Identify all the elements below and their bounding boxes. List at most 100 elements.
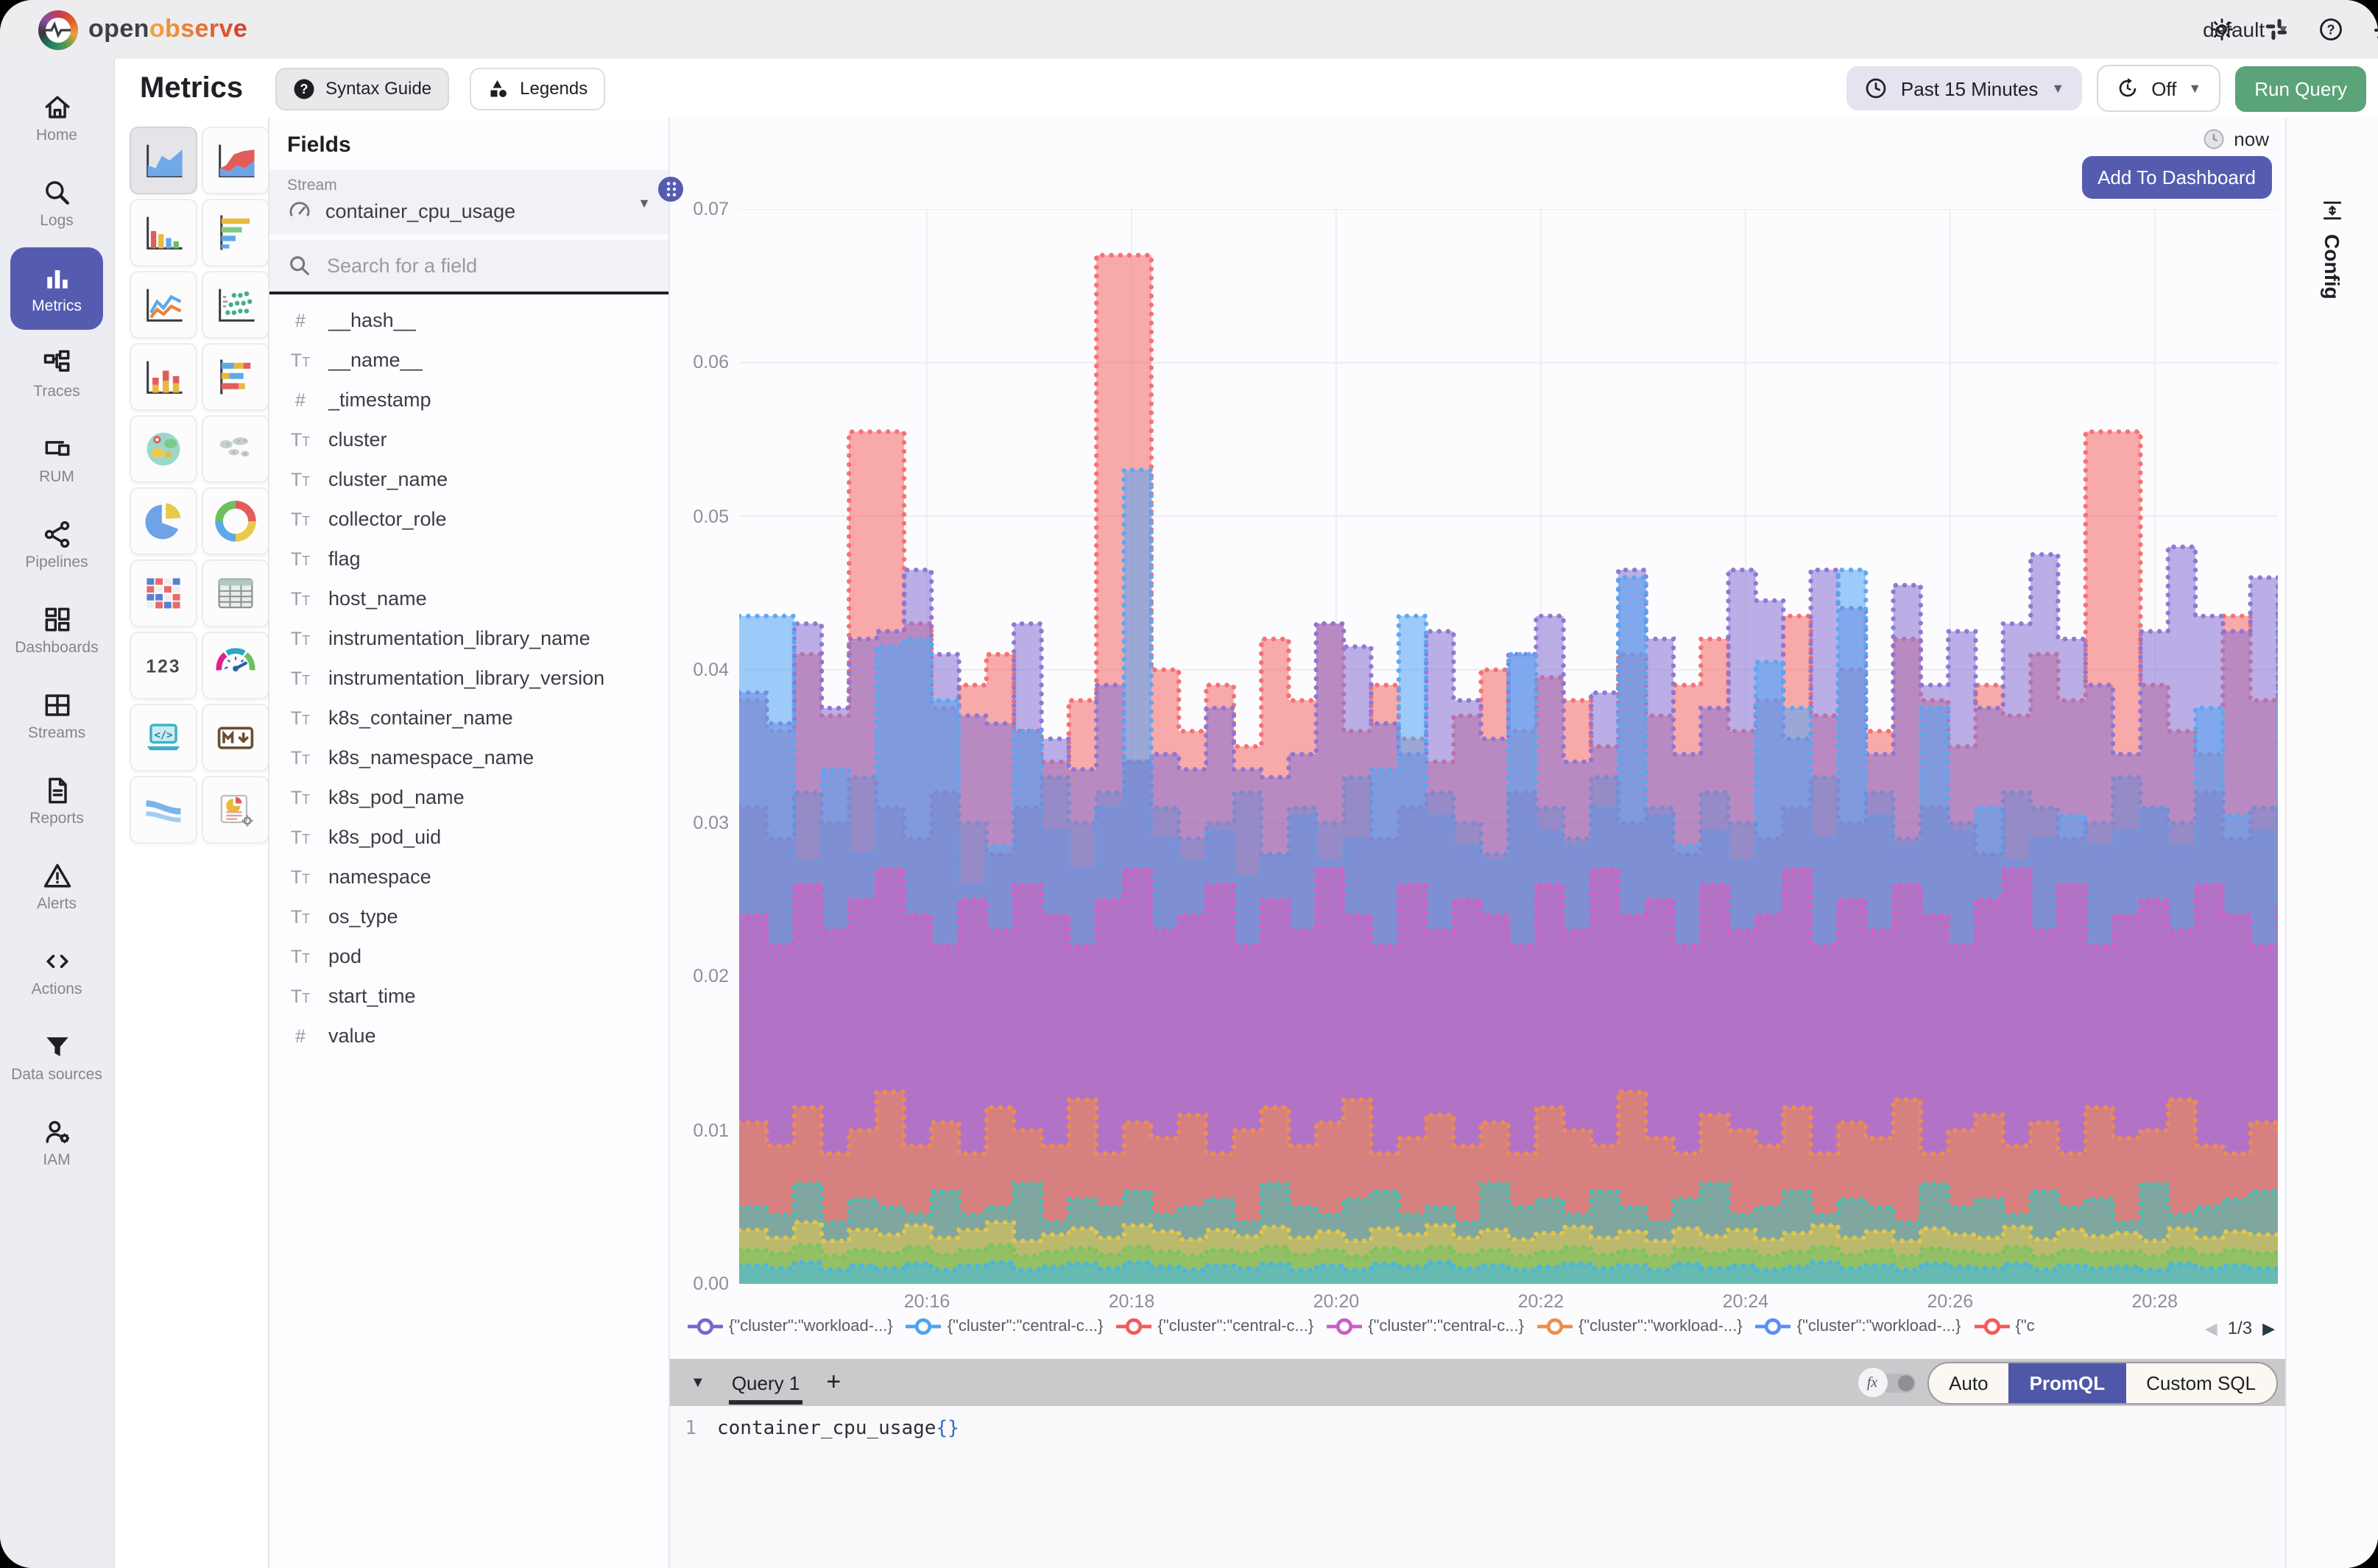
legend-item-4[interactable]: {"cluster":"central-c...} (1327, 1318, 1524, 1335)
chart-type-maps[interactable] (202, 415, 269, 483)
sidebar-item-dashboards[interactable]: Dashboards (10, 589, 103, 671)
sidebar-item-reports[interactable]: Reports (10, 760, 103, 842)
chart-type-html[interactable]: </> (130, 704, 197, 771)
legend-item-6[interactable]: {"cluster":"workload-...} (1756, 1318, 1961, 1335)
chart-type-donut[interactable] (202, 487, 269, 555)
legend-item-5[interactable]: {"cluster":"workload-...} (1537, 1318, 1743, 1335)
field-item-namespace[interactable]: TTnamespace (269, 857, 668, 897)
field-item-cluster[interactable]: TTcluster (269, 420, 668, 459)
run-query-button[interactable]: Run Query (2235, 66, 2366, 111)
field-item-host_name[interactable]: TThost_name (269, 579, 668, 618)
syntax-guide-button[interactable]: ? Syntax Guide (275, 67, 449, 110)
chart-type-area[interactable] (130, 127, 197, 194)
x-tick-label: 20:26 (1916, 1291, 1984, 1312)
sidebar-item-data-sources[interactable]: Data sources (10, 1016, 103, 1098)
field-item-cluster_name[interactable]: TTcluster_name (269, 459, 668, 499)
field-item-__hash__[interactable]: #__hash__ (269, 300, 668, 340)
query-mode-auto[interactable]: Auto (1928, 1363, 2009, 1402)
sidebar-item-traces[interactable]: Traces (10, 333, 103, 415)
sidebar-item-metrics[interactable]: Metrics (10, 247, 103, 330)
query-mode-custom-sql[interactable]: Custom SQL (2125, 1363, 2276, 1402)
field-item-instrumentation_library_version[interactable]: TTinstrumentation_library_version (269, 658, 668, 698)
field-name: __hash__ (328, 309, 416, 331)
config-tab[interactable]: Config (2321, 199, 2344, 300)
field-search-input[interactable]: Search for a field (269, 240, 668, 294)
x-tick-label: 20:24 (1712, 1291, 1779, 1312)
legend-label: {"cluster":"central-c...} (948, 1318, 1104, 1335)
legend-prev-icon[interactable]: ◀ (2205, 1318, 2218, 1338)
query-editor[interactable]: 1 container_cpu_usage{} (670, 1406, 2287, 1568)
chart-type-bar[interactable] (130, 199, 197, 266)
sidebar-item-actions[interactable]: Actions (10, 930, 103, 1013)
legend-pagination: ◀ 1/3 ▶ (2205, 1318, 2275, 1338)
chart-type-table[interactable] (202, 559, 269, 627)
query-mode-promql[interactable]: PromQL (2009, 1363, 2126, 1402)
chart-type-metric-text[interactable]: 123 (130, 632, 197, 699)
field-item-__name__[interactable]: TT__name__ (269, 340, 668, 380)
field-item-value[interactable]: #value (269, 1016, 668, 1056)
metrics-chart[interactable] (739, 209, 2278, 1284)
panel-drag-handle[interactable] (658, 177, 683, 202)
brand-logo[interactable]: openobserve (38, 10, 247, 49)
sidebar-item-home[interactable]: Home (10, 77, 103, 159)
sidebar-item-streams[interactable]: Streams (10, 674, 103, 757)
field-item-k8s_pod_uid[interactable]: TTk8s_pod_uid (269, 817, 668, 857)
legend-item-3[interactable]: {"cluster":"central-c...} (1117, 1318, 1314, 1335)
stream-selector[interactable]: Stream container_cpu_usage ▼ (269, 169, 668, 234)
legend-item-2[interactable]: {"cluster":"central-c...} (906, 1318, 1104, 1335)
legend-item-1[interactable]: {"cluster":"workload-...} (688, 1318, 893, 1335)
chart-type-area-stacked[interactable] (202, 127, 269, 194)
slack-icon[interactable] (2263, 15, 2290, 43)
field-item-instrumentation_library_name[interactable]: TTinstrumentation_library_name (269, 618, 668, 658)
field-item-k8s_pod_name[interactable]: TTk8s_pod_name (269, 777, 668, 817)
chart-type-line[interactable] (130, 271, 197, 339)
legends-shapes-icon (487, 77, 509, 99)
field-item-collector_role[interactable]: TTcollector_role (269, 499, 668, 539)
settings-icon[interactable] (2372, 15, 2378, 43)
field-item-k8s_namespace_name[interactable]: TTk8s_namespace_name (269, 738, 668, 777)
chart-type-pie[interactable] (130, 487, 197, 555)
query-collapse-icon[interactable]: ▼ (691, 1374, 705, 1391)
funnel-icon (40, 1031, 73, 1063)
field-item-_timestamp[interactable]: #_timestamp (269, 380, 668, 420)
sidebar-item-alerts[interactable]: Alerts (10, 845, 103, 928)
time-range-selector[interactable]: Past 15 Minutes ▼ (1846, 66, 2082, 110)
sidebar-item-pipelines[interactable]: Pipelines (10, 504, 103, 586)
geomap-chart-icon (140, 425, 187, 473)
chart-type-heatmap[interactable] (130, 559, 197, 627)
add-query-button[interactable]: + (826, 1368, 841, 1397)
field-type-text-icon: TT (287, 466, 314, 492)
legend-next-icon[interactable]: ▶ (2262, 1318, 2275, 1338)
query-tab-1[interactable]: Query 1 (729, 1361, 803, 1404)
theme-icon[interactable] (2209, 15, 2235, 43)
chart-type-stacked-bar[interactable] (130, 343, 197, 411)
legend-item-7[interactable]: {"c (1975, 1318, 2035, 1335)
chart-type-geomap[interactable] (130, 415, 197, 483)
field-item-flag[interactable]: TTflag (269, 539, 668, 579)
gauge-chart-icon (212, 642, 259, 689)
function-toggle[interactable]: fx (1857, 1368, 1915, 1397)
svg-text:?: ? (2327, 22, 2335, 37)
chart-type-gauge[interactable] (202, 632, 269, 699)
sidebar-item-rum[interactable]: RUM (10, 418, 103, 501)
field-type-text-icon: TT (287, 426, 314, 453)
sidebar-item-logs[interactable]: Logs (10, 162, 103, 244)
chart-type-h-bar[interactable] (202, 199, 269, 266)
chart-type-markdown[interactable] (202, 704, 269, 771)
help-icon[interactable]: ? (2318, 15, 2344, 43)
legend-label: {"cluster":"central-c...} (1158, 1318, 1314, 1335)
sidebar-item-iam[interactable]: IAM (10, 1101, 103, 1184)
chart-type-scatter[interactable] (202, 271, 269, 339)
field-item-pod[interactable]: TTpod (269, 936, 668, 976)
h-bar-chart-icon (212, 209, 259, 256)
field-item-os_type[interactable]: TTos_type (269, 897, 668, 936)
refresh-interval-selector[interactable]: Off ▼ (2097, 65, 2220, 112)
chart-type-custom-chart[interactable] (202, 776, 269, 844)
chart-type-h-stacked-bar[interactable] (202, 343, 269, 411)
field-type-text-icon: TT (287, 983, 314, 1009)
chart-type-sankey[interactable] (130, 776, 197, 844)
field-item-start_time[interactable]: TTstart_time (269, 976, 668, 1016)
field-item-k8s_container_name[interactable]: TTk8s_container_name (269, 698, 668, 738)
legends-button[interactable]: Legends (470, 67, 605, 110)
add-to-dashboard-button[interactable]: Add To Dashboard (2081, 156, 2272, 199)
